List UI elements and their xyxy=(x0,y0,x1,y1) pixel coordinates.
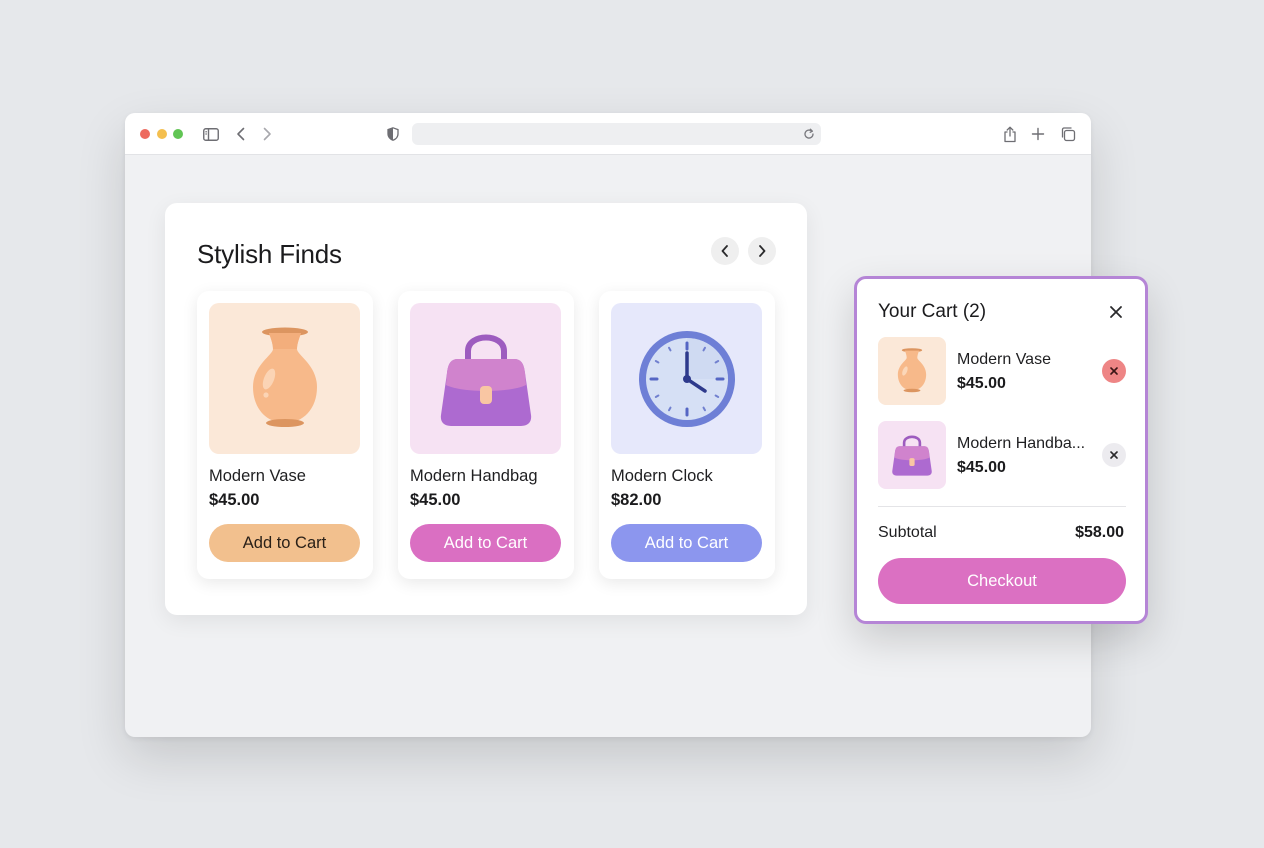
cart-item-thumb xyxy=(878,421,946,489)
privacy-shield-icon[interactable] xyxy=(383,124,403,144)
product-card: Modern Handbag $45.00 Add to Cart xyxy=(398,291,574,579)
new-tab-icon[interactable] xyxy=(1028,124,1048,144)
forward-icon[interactable] xyxy=(257,124,277,144)
product-name: Modern Clock xyxy=(611,467,713,485)
product-name: Modern Handbag xyxy=(410,467,538,485)
subtotal-label: Subtotal xyxy=(878,524,937,541)
back-icon[interactable] xyxy=(231,124,251,144)
cart-divider xyxy=(878,506,1126,507)
reload-icon[interactable] xyxy=(801,126,817,142)
product-carousel: Stylish Finds Modern Vase $45.00 Add to … xyxy=(165,203,807,615)
add-to-cart-button[interactable]: Add to Cart xyxy=(209,524,360,562)
chevron-left-icon xyxy=(721,245,728,257)
cart-item-price: $45.00 xyxy=(957,375,1006,392)
checkout-button[interactable]: Checkout xyxy=(878,558,1126,604)
clock-icon xyxy=(638,330,735,427)
close-icon[interactable] xyxy=(1107,303,1125,321)
browser-toolbar xyxy=(125,113,1091,155)
remove-item-button[interactable] xyxy=(1102,443,1126,467)
cart-item-price: $45.00 xyxy=(957,459,1006,476)
product-price: $45.00 xyxy=(209,491,260,509)
close-window-button[interactable] xyxy=(140,129,150,139)
handbag-icon xyxy=(440,334,531,426)
cart-title: Your Cart (2) xyxy=(878,301,987,322)
add-to-cart-button[interactable]: Add to Cart xyxy=(410,524,561,562)
carousel-next-button[interactable] xyxy=(748,237,776,265)
add-to-cart-button[interactable]: Add to Cart xyxy=(611,524,762,562)
address-bar[interactable] xyxy=(412,123,821,145)
product-price: $45.00 xyxy=(410,491,461,509)
product-card: Modern Clock $82.00 Add to Cart xyxy=(599,291,775,579)
cart-item-name: Modern Handba... xyxy=(957,435,1086,452)
product-image[interactable] xyxy=(410,303,561,454)
sidebar-toggle-icon[interactable] xyxy=(201,124,221,144)
vase-icon xyxy=(252,327,317,427)
remove-icon xyxy=(1110,451,1118,459)
cart-item-name: Modern Vase xyxy=(957,351,1051,368)
product-image[interactable] xyxy=(209,303,360,454)
remove-icon xyxy=(1110,367,1118,375)
tab-overview-icon[interactable] xyxy=(1058,124,1078,144)
vase-icon xyxy=(897,348,927,393)
chevron-right-icon xyxy=(759,245,766,257)
share-icon[interactable] xyxy=(1000,124,1020,144)
product-card: Modern Vase $45.00 Add to Cart xyxy=(197,291,373,579)
zoom-window-button[interactable] xyxy=(173,129,183,139)
subtotal-value: $58.00 xyxy=(1075,524,1124,541)
handbag-icon xyxy=(892,435,932,476)
remove-item-button[interactable] xyxy=(1102,359,1126,383)
carousel-title: Stylish Finds xyxy=(197,239,342,269)
product-price: $82.00 xyxy=(611,491,662,509)
carousel-prev-button[interactable] xyxy=(711,237,739,265)
minimize-window-button[interactable] xyxy=(157,129,167,139)
product-image[interactable] xyxy=(611,303,762,454)
cart-drawer: Your Cart (2) Modern Vase $45.00 Modern … xyxy=(854,276,1148,624)
cart-item-thumb xyxy=(878,337,946,405)
product-name: Modern Vase xyxy=(209,467,306,485)
